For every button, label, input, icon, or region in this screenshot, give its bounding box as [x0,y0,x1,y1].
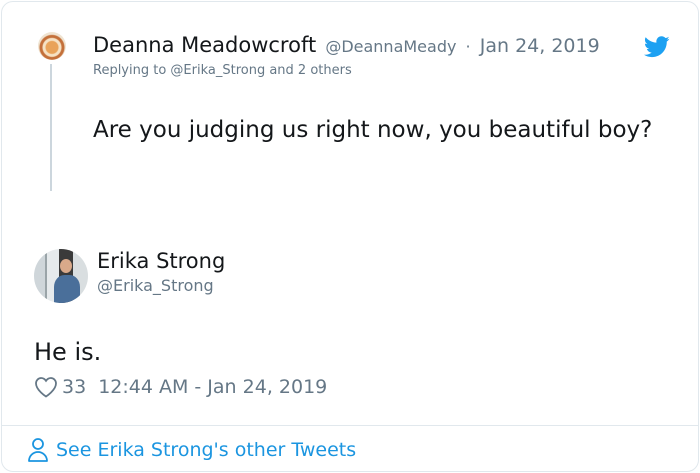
parent-tweet-handle[interactable]: @DeannaMeady [325,37,456,56]
main-tweet-handle[interactable]: @Erika_Strong [97,276,214,295]
like-count[interactable]: 33 [62,376,86,398]
twitter-bird-icon[interactable] [644,36,670,58]
parent-tweet-display-name[interactable]: Deanna Meadowcroft [93,33,316,57]
footer-divider [2,425,698,426]
parent-tweet-header: Deanna Meadowcroft @DeannaMeady · Jan 24… [93,33,600,57]
thread-connector-line [50,64,52,191]
parent-tweet-text: Are you judging us right now, you beauti… [93,117,653,143]
main-tweet-text: He is. [34,338,102,366]
embedded-tweet-card: Deanna Meadowcroft @DeannaMeady · Jan 24… [1,1,699,472]
tweet-meta-row: 33 12:44 AM - Jan 24, 2019 [34,374,327,400]
parent-tweet-date[interactable]: Jan 24, 2019 [480,35,600,57]
heart-icon[interactable] [34,376,58,398]
avatar-body [54,275,80,303]
see-other-tweets-label: See Erika Strong's other Tweets [56,439,357,461]
main-tweet-avatar[interactable] [34,249,88,303]
replying-to-line[interactable]: Replying to @Erika_Strong and 2 others [93,63,352,78]
parent-tweet-avatar[interactable] [38,32,66,60]
header-separator: · [465,37,471,56]
see-other-tweets-link[interactable]: See Erika Strong's other Tweets [26,437,356,463]
person-icon [28,438,48,462]
main-tweet-display-name[interactable]: Erika Strong [97,249,225,273]
tweet-timestamp[interactable]: 12:44 AM - Jan 24, 2019 [98,376,327,398]
avatar-face [60,259,72,273]
